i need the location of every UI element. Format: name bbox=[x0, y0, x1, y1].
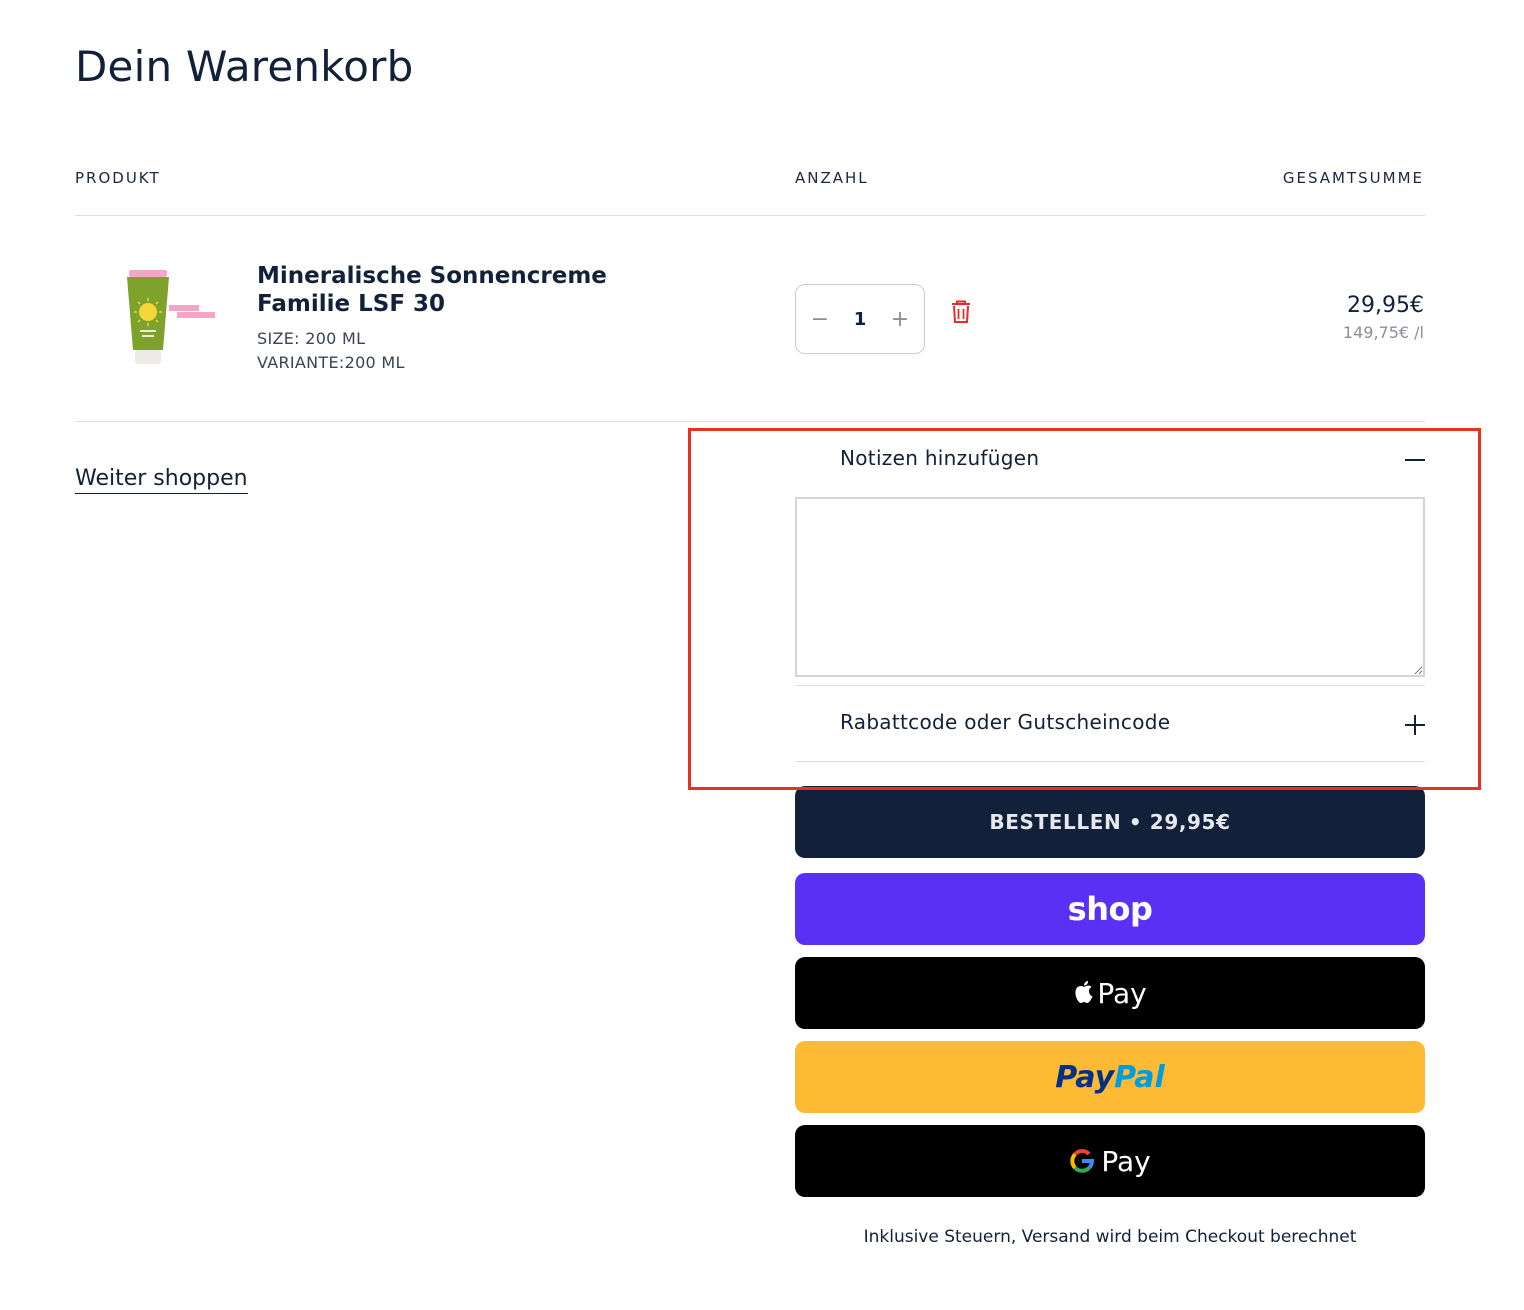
minus-icon[interactable] bbox=[1403, 448, 1427, 472]
unit-price: 149,75€ /l bbox=[1342, 323, 1424, 342]
apple-pay-button[interactable]: Pay bbox=[795, 957, 1425, 1029]
shop-pay-button[interactable]: shop bbox=[795, 873, 1425, 945]
tax-shipping-note: Inklusive Steuern, Versand wird beim Che… bbox=[863, 1227, 1357, 1247]
google-pay-label: Pay bbox=[1101, 1144, 1151, 1178]
product-size: SIZE: 200 ML bbox=[257, 329, 366, 348]
quantity-stepper: − 1 + bbox=[795, 284, 925, 354]
notes-toggle[interactable]: Notizen hinzufügen bbox=[840, 446, 1039, 470]
notes-divider bbox=[795, 685, 1425, 686]
order-button[interactable]: BESTELLEN • 29,95€ bbox=[795, 786, 1425, 858]
column-header-product: PRODUKT bbox=[75, 169, 161, 187]
discount-divider bbox=[795, 761, 1425, 762]
product-variant: VARIANTE:200 ML bbox=[257, 353, 405, 372]
paypal-button[interactable]: Pay Pal bbox=[795, 1041, 1425, 1113]
paypal-logo-pal: Pal bbox=[1114, 1059, 1165, 1095]
header-divider bbox=[75, 215, 1425, 216]
paypal-logo-pay: Pay bbox=[1055, 1059, 1115, 1095]
discount-toggle[interactable]: Rabattcode oder Gutscheincode bbox=[840, 710, 1170, 734]
column-header-total: GESAMTSUMME bbox=[1282, 169, 1424, 187]
column-header-quantity: ANZAHL bbox=[795, 169, 869, 187]
plus-icon[interactable] bbox=[1403, 713, 1427, 737]
page-title: Dein Warenkorb bbox=[75, 42, 414, 91]
google-pay-button[interactable]: Pay bbox=[795, 1125, 1425, 1197]
shop-pay-logo: shop bbox=[1067, 890, 1153, 928]
apple-pay-label: Pay bbox=[1097, 976, 1147, 1010]
product-image[interactable] bbox=[105, 262, 220, 372]
increment-button[interactable]: + bbox=[888, 307, 912, 332]
decrement-button[interactable]: − bbox=[808, 307, 832, 332]
quantity-value[interactable]: 1 bbox=[854, 309, 867, 330]
trash-icon[interactable] bbox=[950, 300, 972, 324]
google-g-icon bbox=[1069, 1148, 1095, 1174]
line-total-price: 29,95€ bbox=[1347, 293, 1424, 318]
item-divider bbox=[75, 421, 1425, 422]
notes-textarea[interactable] bbox=[795, 497, 1425, 677]
product-name[interactable]: Mineralische Sonnencreme Familie LSF 30 bbox=[257, 262, 657, 318]
continue-shopping-link[interactable]: Weiter shoppen bbox=[75, 466, 248, 494]
apple-icon bbox=[1073, 980, 1095, 1006]
